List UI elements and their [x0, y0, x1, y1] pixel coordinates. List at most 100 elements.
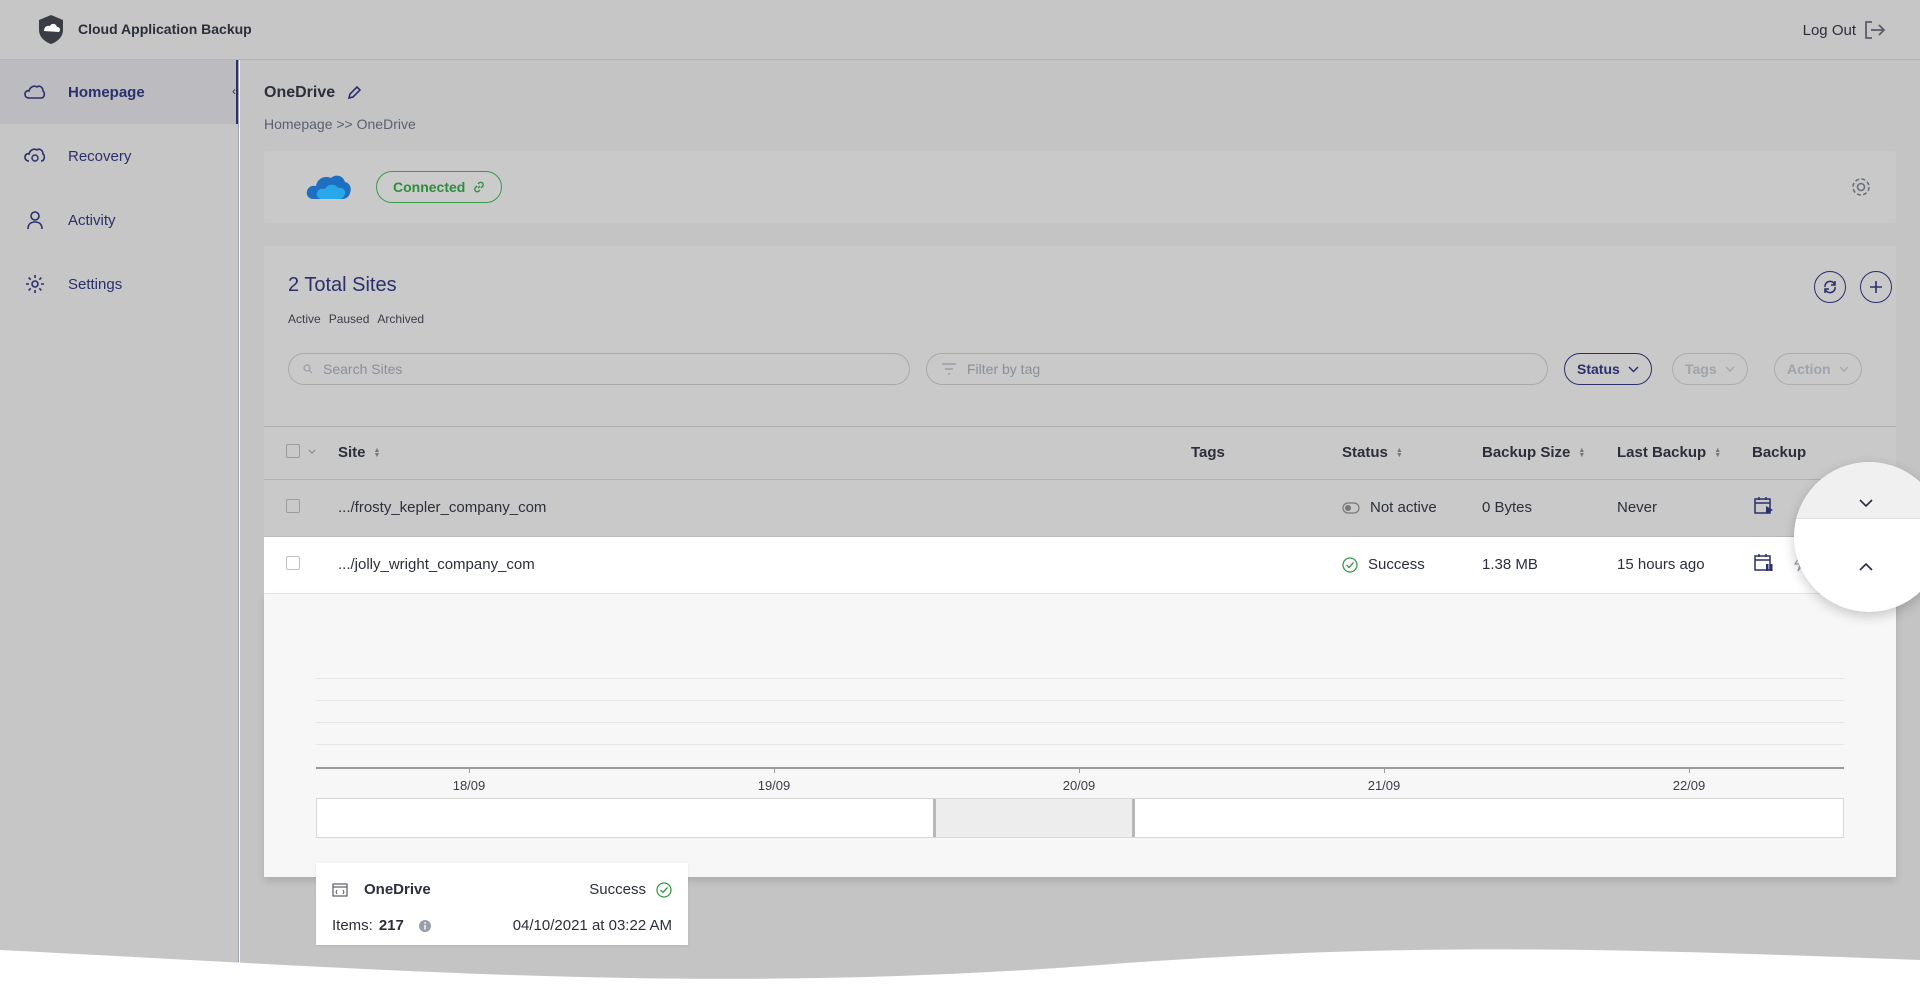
- select-all-checkbox[interactable]: [286, 444, 300, 458]
- refresh-button[interactable]: [1814, 271, 1846, 303]
- column-backup-size-label: Backup Size: [1482, 444, 1571, 461]
- detail-card-name: OneDrive: [364, 881, 431, 898]
- action-button-label: Action: [1787, 361, 1831, 377]
- sidebar-item-label: Recovery: [68, 147, 132, 165]
- axis-tick-label: 20/09: [1062, 778, 1096, 793]
- breadcrumb[interactable]: Homepage >> OneDrive: [264, 116, 416, 132]
- column-backup-size[interactable]: Backup Size ▲ ▼: [1482, 444, 1585, 461]
- filter-archived[interactable]: Archived: [377, 312, 424, 326]
- page-title: OneDrive: [264, 84, 362, 102]
- chevron-down-icon: [1725, 366, 1735, 372]
- sites-table-header: Site ▲ ▼ Tags Status ▲ ▼ Backup Size ▲ ▼ La…: [264, 426, 1896, 480]
- column-tags-label: Tags: [1191, 444, 1225, 461]
- column-backup-label: Backup: [1752, 444, 1807, 461]
- top-header: Cloud Application Backup Log Out: [0, 0, 1920, 60]
- status-text: Not active: [1370, 499, 1437, 516]
- filter-paused[interactable]: Paused: [329, 312, 370, 326]
- axis-tick-label: 18/09: [452, 778, 486, 793]
- logout-button[interactable]: Log Out: [1803, 20, 1886, 40]
- search-placeholder: Search Sites: [323, 361, 403, 377]
- column-last-backup-label: Last Backup: [1617, 444, 1707, 461]
- chevron-down-icon: [1628, 365, 1639, 373]
- row-checkbox[interactable]: [286, 556, 300, 570]
- filter-active[interactable]: Active: [288, 312, 321, 326]
- link-icon: [474, 181, 485, 193]
- navigator-range-handle[interactable]: [933, 799, 1135, 837]
- select-all[interactable]: [286, 444, 316, 458]
- connected-badge[interactable]: Connected: [376, 171, 503, 203]
- calendar-play-icon: [1754, 497, 1773, 514]
- sort-icon: ▲ ▼: [1395, 446, 1403, 459]
- chart-gridline: [316, 678, 1844, 679]
- column-tags: Tags: [1191, 444, 1225, 461]
- site-name[interactable]: .../frosty_kepler_company_com: [338, 499, 546, 516]
- axis-tick: [469, 767, 470, 773]
- refresh-icon: [1824, 280, 1836, 294]
- chevron-down-icon[interactable]: [308, 449, 316, 454]
- logout-label: Log Out: [1802, 21, 1856, 39]
- search-sites-input[interactable]: Search Sites: [288, 353, 910, 385]
- connection-settings-gear-icon[interactable]: [1850, 176, 1872, 198]
- main-content: OneDrive Homepage >> OneDrive Connected …: [240, 60, 1920, 989]
- column-site[interactable]: Site ▲ ▼: [338, 444, 380, 461]
- connected-label: Connected: [393, 179, 466, 195]
- sidebar-item-label: Activity: [68, 211, 116, 229]
- brand-logo-icon: [39, 15, 63, 44]
- tags-button-label: Tags: [1685, 361, 1717, 377]
- row-checkbox[interactable]: [286, 499, 300, 513]
- onedrive-logo-icon: [306, 175, 351, 199]
- column-status[interactable]: Status ▲ ▼: [1342, 444, 1403, 461]
- filter-by-tag-input[interactable]: Filter by tag: [926, 353, 1548, 385]
- pause-backup-button[interactable]: [1754, 553, 1774, 573]
- last-backup: 15 hours ago: [1617, 556, 1705, 573]
- edit-pencil-icon[interactable]: [347, 86, 362, 100]
- bottom-wave-decoration: [0, 949, 1920, 989]
- table-row[interactable]: .../frosty_kepler_company_com Not active…: [264, 480, 1896, 537]
- site-state-filters: Active Paused Archived: [288, 312, 424, 326]
- chevron-down-icon[interactable]: [1859, 499, 1873, 508]
- toggle-off-icon: [1342, 501, 1360, 514]
- site-name[interactable]: .../jolly_wright_company_com: [338, 556, 535, 573]
- add-site-button[interactable]: [1860, 271, 1892, 303]
- sidebar: Homepage Recovery Activity Settings ‹: [0, 60, 239, 989]
- axis-tick-label: 22/09: [1672, 778, 1706, 793]
- table-row[interactable]: .../jolly_wright_company_com Success 1.3…: [264, 537, 1896, 594]
- action-dropdown-button[interactable]: Action: [1774, 353, 1862, 385]
- sidebar-item-label: Homepage: [68, 83, 145, 101]
- column-site-label: Site: [338, 444, 366, 461]
- search-icon: [303, 364, 313, 374]
- gear-icon: [24, 273, 46, 295]
- app-title: Cloud Application Backup: [78, 21, 252, 37]
- axis-tick-label: 21/09: [1367, 778, 1401, 793]
- axis-tick-label: 19/09: [757, 778, 791, 793]
- sidebar-item-homepage[interactable]: Homepage: [0, 60, 238, 124]
- column-last-backup[interactable]: Last Backup ▲ ▼: [1617, 444, 1721, 461]
- user-icon: [24, 209, 46, 231]
- start-backup-button[interactable]: [1754, 496, 1774, 516]
- connection-card: Connected: [264, 151, 1896, 223]
- timeline-navigator[interactable]: [316, 798, 1844, 838]
- sidebar-item-recovery[interactable]: Recovery: [0, 124, 238, 188]
- tags-dropdown-button[interactable]: Tags: [1672, 353, 1748, 385]
- status-cell: Not active: [1342, 499, 1437, 516]
- check-circle-icon: [656, 881, 672, 898]
- chevron-down-icon: [1839, 366, 1849, 372]
- sort-icon: ▲ ▼: [1714, 446, 1722, 459]
- magnifier-row-top: [1794, 462, 1920, 519]
- last-backup: Never: [1617, 499, 1658, 516]
- sidebar-item-settings[interactable]: Settings: [0, 252, 238, 316]
- chart-gridline: [316, 744, 1844, 745]
- page-title-text: OneDrive: [264, 84, 336, 101]
- detail-card-status-text: Success: [589, 881, 646, 898]
- chart-gridline: [316, 722, 1844, 723]
- axis-tick: [1079, 767, 1080, 773]
- chevron-up-icon[interactable]: [1859, 562, 1873, 571]
- site-detail-panel: 18/09 19/09 20/09 21/09 22/09 OneDrive S…: [264, 594, 1896, 945]
- sidebar-item-activity[interactable]: Activity: [0, 188, 238, 252]
- status-dropdown-button[interactable]: Status: [1564, 353, 1652, 385]
- sort-icon: ▲ ▼: [373, 446, 381, 459]
- brand: Cloud Application Backup: [34, 12, 252, 46]
- chart-gridline: [316, 700, 1844, 701]
- app-window-icon: [332, 883, 348, 897]
- status-button-label: Status: [1577, 361, 1620, 377]
